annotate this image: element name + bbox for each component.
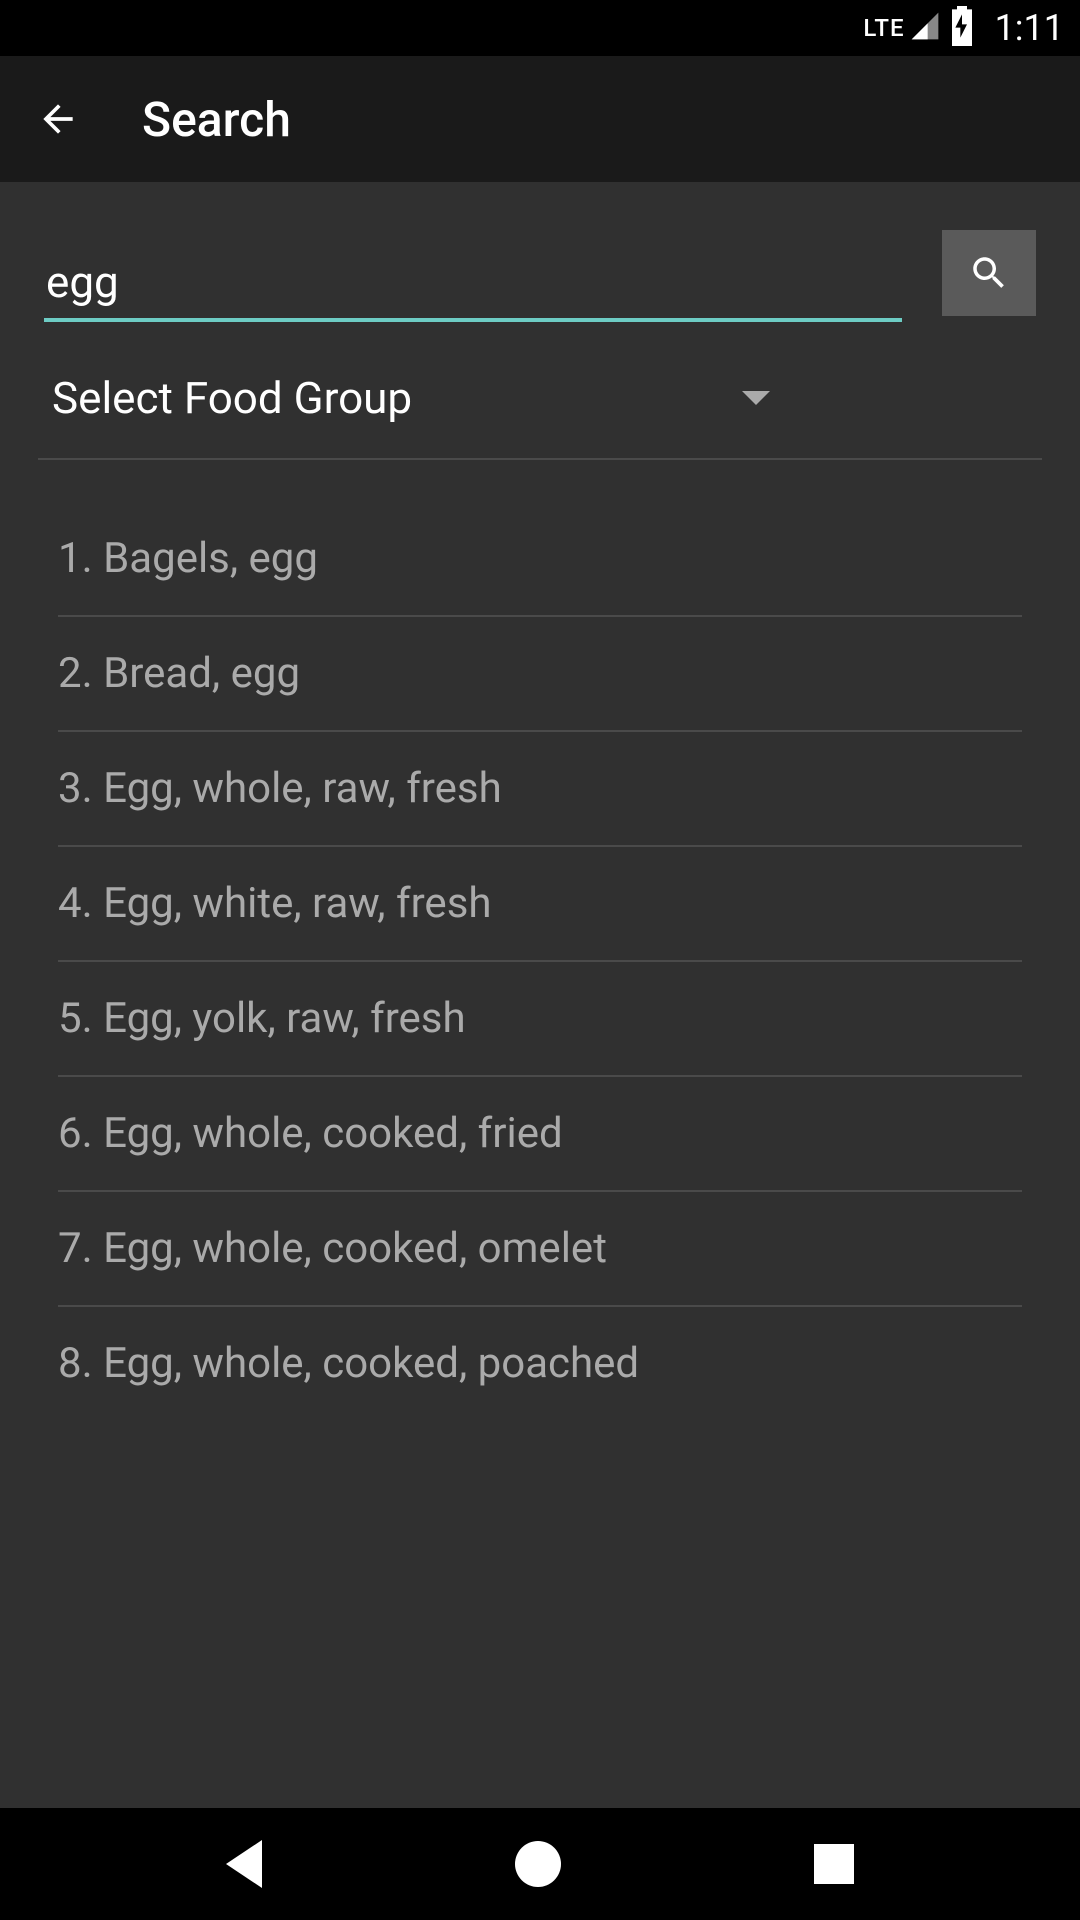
chevron-down-icon	[742, 391, 770, 405]
divider	[38, 458, 1042, 460]
network-label: LTE	[863, 14, 904, 42]
nav-recent-button[interactable]	[814, 1844, 854, 1884]
battery-icon	[949, 6, 975, 50]
search-icon	[968, 252, 1010, 294]
back-button[interactable]	[34, 95, 82, 143]
nav-back-button[interactable]	[226, 1840, 262, 1888]
nav-home-button[interactable]	[515, 1841, 561, 1887]
results-list: 1. Bagels, egg 2. Bread, egg 3. Egg, who…	[44, 502, 1036, 1420]
back-arrow-icon	[36, 97, 80, 141]
content-area: Select Food Group 1. Bagels, egg 2. Brea…	[0, 182, 1080, 1808]
food-group-dropdown[interactable]: Select Food Group	[44, 360, 778, 436]
list-item[interactable]: 7. Egg, whole, cooked, omelet	[58, 1192, 1022, 1307]
dropdown-label: Select Food Group	[52, 372, 412, 424]
app-bar: Search	[0, 56, 1080, 182]
list-item[interactable]: 6. Egg, whole, cooked, fried	[58, 1077, 1022, 1192]
list-item[interactable]: 5. Egg, yolk, raw, fresh	[58, 962, 1022, 1077]
list-item[interactable]: 8. Egg, whole, cooked, poached	[58, 1307, 1022, 1420]
search-row	[44, 230, 1036, 322]
clock: 1:11	[995, 7, 1064, 49]
list-item[interactable]: 2. Bread, egg	[58, 617, 1022, 732]
list-item[interactable]: 4. Egg, white, raw, fresh	[58, 847, 1022, 962]
page-title: Search	[142, 91, 291, 148]
navigation-bar	[0, 1808, 1080, 1920]
search-button[interactable]	[942, 230, 1036, 316]
search-input-wrapper	[44, 248, 902, 322]
list-item[interactable]: 1. Bagels, egg	[58, 502, 1022, 617]
signal-icon	[909, 10, 941, 46]
status-bar: LTE 1:11	[0, 0, 1080, 56]
list-item[interactable]: 3. Egg, whole, raw, fresh	[58, 732, 1022, 847]
search-input[interactable]	[44, 248, 902, 322]
